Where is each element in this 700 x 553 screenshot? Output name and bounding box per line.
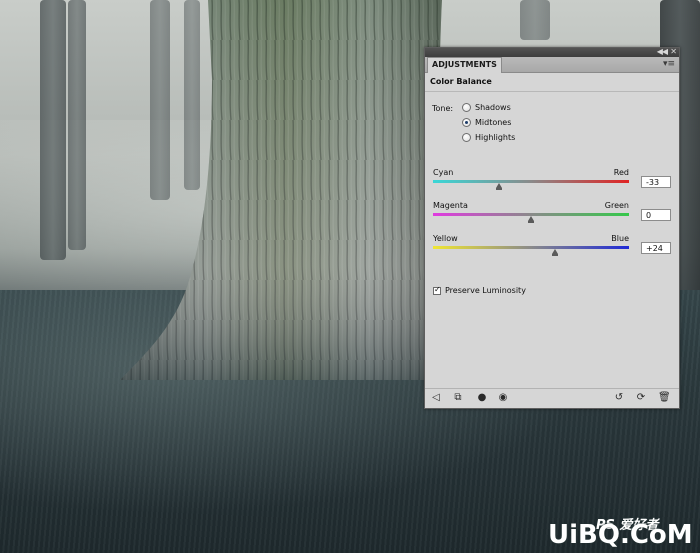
panel-title-bar[interactable]: ◀◀ ✕	[425, 47, 679, 57]
tab-adjustments[interactable]: ADJUSTMENTS	[427, 57, 502, 73]
refresh-icon[interactable]: ⟳	[635, 392, 647, 404]
radio-midtones[interactable]	[462, 117, 471, 127]
reset-icon[interactable]: ↺	[613, 392, 625, 404]
radio-label: Midtones	[475, 117, 512, 127]
divider	[425, 91, 679, 92]
magenta-green-slider: Magenta Green 0	[433, 201, 675, 233]
yellow-blue-slider: Yellow Blue +24	[433, 234, 675, 266]
preserve-luminosity-checkbox[interactable]	[433, 285, 441, 295]
slider-thumb[interactable]	[495, 183, 502, 190]
panel-footer: ◁ ⧉ ● ◉ ↺ ⟳ 🗑	[425, 389, 679, 408]
slider-value-input[interactable]: 0	[641, 209, 671, 221]
slider-track[interactable]	[433, 246, 629, 249]
view-previous-icon[interactable]: ◉	[497, 392, 509, 404]
background-tree	[40, 0, 66, 260]
tone-option-midtones[interactable]: Midtones	[462, 116, 511, 128]
watermark-text: UiBQ.CoM	[548, 520, 693, 550]
tone-label: Tone:	[432, 104, 454, 113]
collapse-icon[interactable]: ◀◀	[657, 47, 668, 56]
slider-left-label: Magenta	[433, 201, 468, 210]
clip-to-layer-icon[interactable]: ⧉	[452, 392, 464, 404]
slider-thumb[interactable]	[551, 249, 558, 256]
panel-menu-icon[interactable]: ▾≡	[663, 59, 675, 69]
adjustments-panel: ◀◀ ✕ ADJUSTMENTS ▾≡ Color Balance Tone: …	[424, 47, 680, 409]
tone-option-shadows[interactable]: Shadows	[462, 101, 511, 113]
adjustment-title: Color Balance	[430, 77, 492, 86]
slider-right-label: Green	[604, 201, 629, 210]
tone-option-highlights[interactable]: Highlights	[462, 131, 515, 143]
preserve-luminosity[interactable]: Preserve Luminosity	[433, 285, 526, 295]
background-tree	[520, 0, 550, 40]
radio-shadows[interactable]	[462, 102, 471, 112]
slider-track[interactable]	[433, 180, 629, 183]
slider-left-label: Cyan	[433, 168, 454, 177]
trash-icon[interactable]: 🗑	[658, 392, 671, 404]
radio-label: Shadows	[475, 102, 511, 112]
slider-right-label: Blue	[611, 234, 629, 243]
radio-highlights[interactable]	[462, 132, 471, 142]
slider-value-input[interactable]: -33	[641, 176, 671, 188]
watermark: PS 爱好者 UiBQ.CoM	[548, 516, 698, 552]
panel-tab-bar: ADJUSTMENTS ▾≡	[425, 57, 679, 73]
background-tree	[68, 0, 86, 250]
back-arrow-icon[interactable]: ◁	[430, 392, 442, 404]
slider-value-input[interactable]: +24	[641, 242, 671, 254]
radio-label: Highlights	[475, 132, 516, 142]
close-icon[interactable]: ✕	[670, 47, 677, 56]
visibility-icon[interactable]: ●	[476, 392, 488, 404]
cyan-red-slider: Cyan Red -33	[433, 168, 675, 200]
slider-right-label: Red	[613, 168, 629, 177]
tree-trunk	[120, 0, 450, 380]
slider-thumb[interactable]	[528, 216, 534, 223]
preserve-luminosity-label: Preserve Luminosity	[445, 286, 526, 295]
slider-left-label: Yellow	[433, 234, 458, 243]
